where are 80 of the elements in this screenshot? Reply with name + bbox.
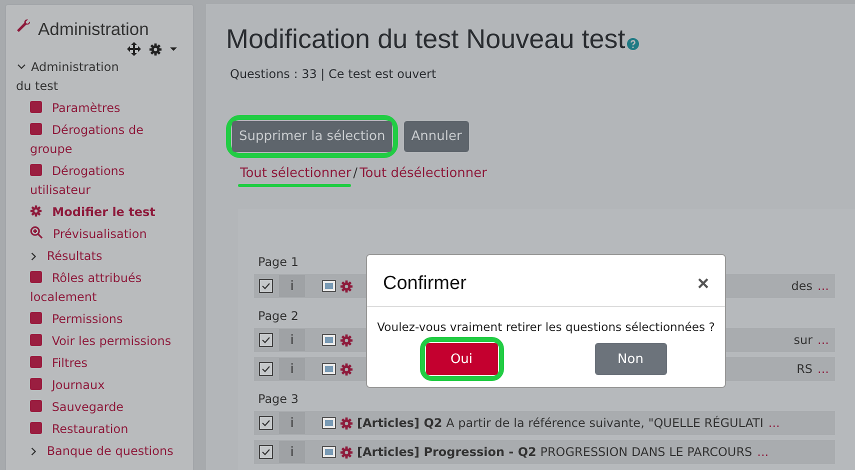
checkbox[interactable] [259,445,273,459]
question-type-icon [322,363,336,375]
dialog-message: Voulez-vous vraiment retirer les questions sélectionnées ? [376,320,716,334]
gear-icon[interactable] [340,446,353,458]
square-icon [30,164,42,176]
question-text: des [791,279,813,293]
gear-icon[interactable] [340,280,353,292]
more-link[interactable]: ... [818,333,829,347]
dialog-button[interactable]: Oui [426,343,498,375]
page-heading: Page 3 [257,391,298,408]
sidebar-item[interactable]: Dérogations utilisateur [30,160,180,201]
sidebar-item[interactable]: Banque de questions [30,440,180,462]
sidebar-item[interactable]: Voir les permissions [30,330,180,352]
checkbox[interactable] [259,333,273,347]
question-text: [Articles] Q2 A partir de la référence suivante, "QUELLE RÉGULATI [357,416,764,430]
info-button[interactable]: i [279,441,305,463]
dialog-title: Confirmer [383,273,466,295]
question-text: sur [794,333,813,347]
question-type-icon [322,417,336,429]
checkbox[interactable] [259,279,273,293]
settings-icon[interactable] [149,42,162,56]
select-link[interactable]: Tout sélectionner [240,166,352,181]
more-link[interactable]: ... [818,279,829,293]
info-button[interactable]: i [279,358,305,380]
square-icon [30,270,42,282]
quiz-info: Questions : 33 | Ce test est ouvert [230,67,438,81]
square-icon [30,100,42,112]
sidebar-item[interactable]: Rôles attribués localement [30,267,180,308]
question-type-icon [322,334,336,346]
square-icon [30,122,42,134]
chevron-icon [30,252,37,260]
more-link[interactable]: ... [818,362,829,376]
sidebar-item[interactable]: Résultats [30,245,180,267]
gear-icon[interactable] [340,416,353,430]
sidebar-item[interactable]: Journaux [30,374,180,396]
close-button[interactable]: × [697,274,709,294]
more-link[interactable]: ... [757,445,769,459]
caret-icon[interactable] [170,46,177,52]
square-icon [30,400,42,412]
action-button[interactable]: Annuler [404,121,469,152]
chevron-icon [30,446,37,456]
checkbox[interactable] [259,416,273,430]
select-link[interactable]: Tout désélectionner [360,166,487,181]
sidebar-item[interactable]: Dérogations de groupe [30,119,180,160]
page-heading: Page 2 [257,308,298,325]
question-text: [Articles] Progression - Q2 PROGRESSION DANS LE PARCOURS [357,445,752,459]
square-icon [30,334,42,346]
gear-icon[interactable] [340,362,353,376]
sidebar-item[interactable]: Filtres [30,352,180,374]
zoom-icon [30,226,43,238]
info-button[interactable]: i [279,275,305,297]
gear-icon[interactable] [340,334,353,346]
wrench-icon [16,18,32,34]
checkbox[interactable] [259,362,273,376]
page-title: Modification du test Nouveau test [226,24,626,55]
action-button[interactable]: Supprimer la sélection [232,121,392,152]
sidebar-item[interactable]: Modifier le test [30,201,180,223]
separator-text: / [353,166,358,183]
sidebar-item[interactable]: Sauvegarde [30,396,180,418]
info-button[interactable]: i [279,329,305,351]
sidebar-item[interactable]: Prévisualisation [30,223,180,245]
info-button[interactable]: i [279,412,305,434]
sidebar-item[interactable]: Permissions [30,308,180,330]
square-icon [30,356,42,368]
chevron-icon [17,63,26,70]
square-icon [30,378,42,390]
more-link[interactable]: ... [768,416,780,430]
sidebar-item[interactable]: Paramètres [30,97,180,119]
dialog-button[interactable]: Non [594,343,666,375]
question-text: RS [796,362,813,376]
gear-icon [30,204,42,216]
square-icon [30,312,42,324]
page-heading: Page 1 [257,254,298,271]
section-toggle[interactable]: Administration du test [16,58,126,96]
sidebar-item[interactable]: Restauration [30,418,180,440]
sidebar-title: Administration [38,19,149,40]
question-type-icon [322,280,336,292]
question-type-icon [322,446,336,458]
move-icon[interactable] [127,42,141,56]
square-icon [30,422,42,434]
